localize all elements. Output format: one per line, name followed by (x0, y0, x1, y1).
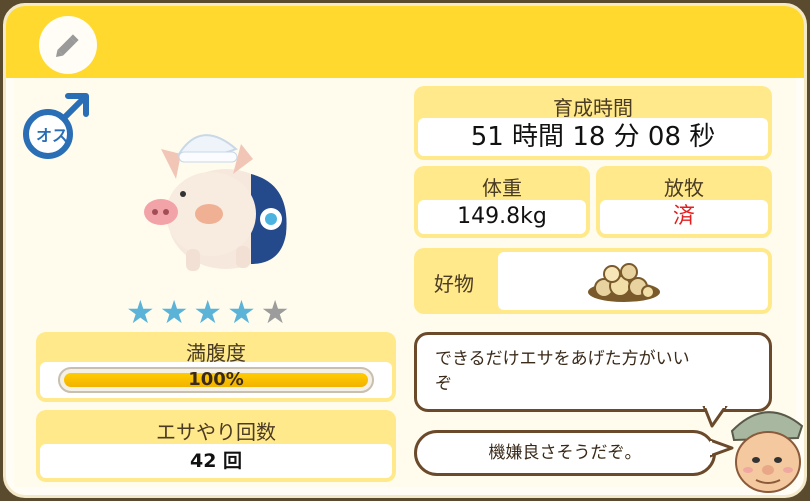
mood-bubble: 機嫌良さそうだぞ。 (414, 430, 716, 476)
farmer-face[interactable] (726, 396, 806, 496)
grazing-label: 放牧 (664, 176, 704, 200)
edit-button[interactable] (39, 16, 97, 74)
star-filled-icon: ★ (193, 293, 223, 331)
feeding-count: 42 回 (40, 444, 392, 478)
header-bar (6, 6, 804, 78)
advice-bubble: できるだけエサをあげた方がいい ぞ (414, 332, 772, 412)
satiety-card: 満腹度 100% (36, 332, 396, 402)
mood-text: 機嫌良さそうだぞ。 (488, 443, 642, 463)
grazing-card: 放牧 済 (596, 166, 772, 238)
rating-stars: ★ ★ ★ ★ ★ (126, 296, 289, 328)
star-filled-icon: ★ (126, 293, 155, 331)
feeding-card: エサやり回数 42 回 (36, 410, 396, 482)
advice-text-line-1: できるだけエサをあげた方がいい (435, 349, 690, 369)
feed-pile-icon (588, 263, 660, 302)
weight-value: 149.8kg (418, 200, 586, 234)
pencil-icon (55, 34, 79, 58)
satiety-value-box: 100% (40, 362, 392, 398)
pet-status-panel: オス ★ ★ ★ ★ ★ 満腹度 100% エサやり回数 42 回 育成時間 5… (3, 3, 807, 498)
favorite-value-box (498, 252, 768, 310)
pig-character[interactable] (141, 124, 291, 284)
star-filled-icon: ★ (159, 293, 189, 331)
satiety-percent: 100% (188, 369, 244, 390)
favorite-card: 好物 (414, 248, 772, 314)
weight-card: 体重 149.8kg (414, 166, 590, 238)
gender-label: オス (35, 126, 68, 145)
star-empty-icon: ★ (260, 293, 290, 331)
raising-time-value: 51 時間 18 分 08 秒 (418, 118, 768, 156)
weight-label: 体重 (482, 176, 522, 200)
grazing-value: 済 (600, 200, 768, 234)
raising-time-card: 育成時間 51 時間 18 分 08 秒 (414, 86, 772, 160)
star-filled-icon: ★ (227, 293, 256, 331)
feeding-label: エサやり回数 (156, 420, 276, 444)
raising-time-label: 育成時間 (553, 96, 633, 120)
favorite-label: 好物 (434, 272, 474, 296)
advice-text-line-2: ぞ (435, 374, 452, 394)
satiety-gauge: 100% (58, 367, 374, 393)
